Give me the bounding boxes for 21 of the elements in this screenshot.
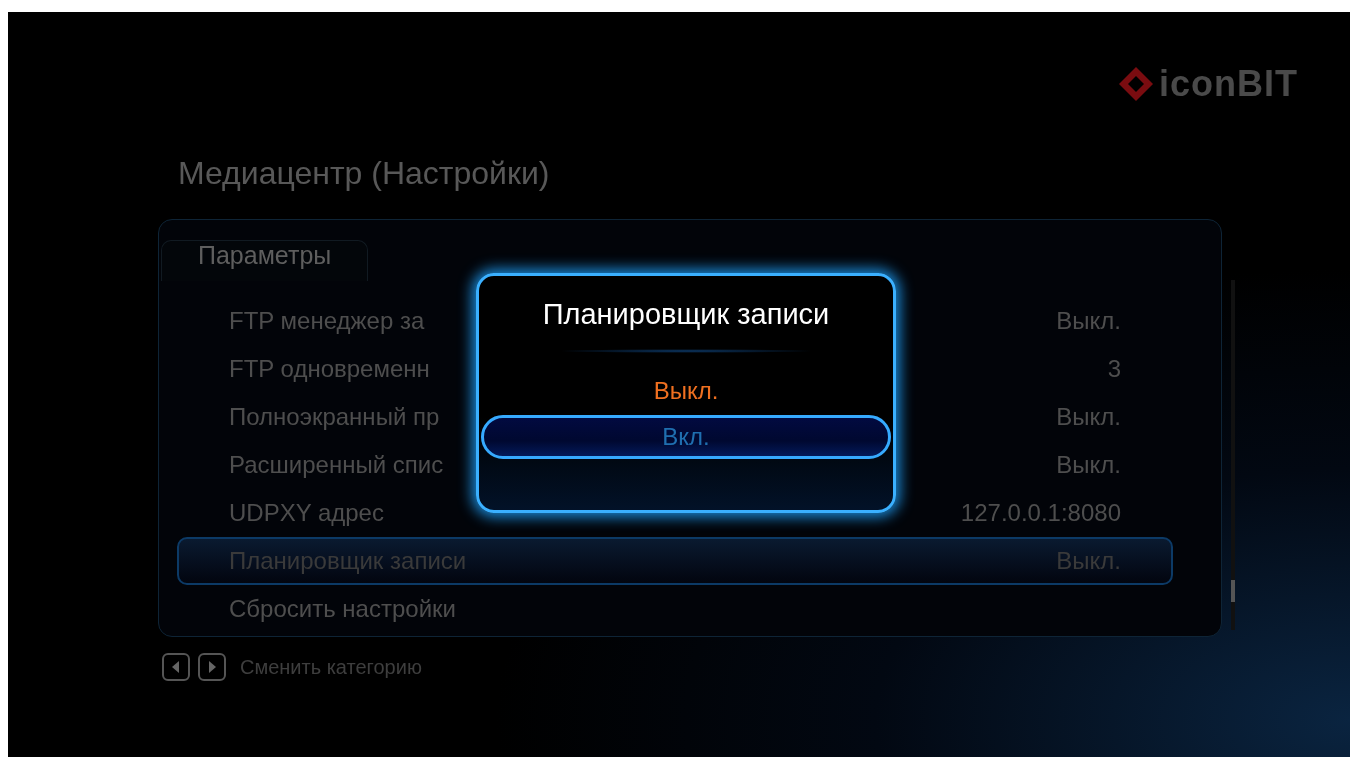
logo-text: iconBIT <box>1159 63 1298 105</box>
setting-label[interactable]: Расширенный спис <box>229 451 444 479</box>
page-title: Медиацентр (Настройки) <box>177 154 551 193</box>
setting-value: 3 <box>1107 355 1121 383</box>
setting-value: Выкл. <box>1056 451 1121 479</box>
dialog-title: Планировщик записи <box>542 298 830 331</box>
option-item[interactable]: Выкл. <box>481 369 891 413</box>
right-arrow-key-icon <box>198 653 226 681</box>
setting-value: Выкл. <box>1056 307 1121 335</box>
diamond-logo-icon <box>1117 65 1155 103</box>
setting-label[interactable]: FTP менеджер за <box>229 307 425 335</box>
category-tab[interactable]: Параметры <box>161 240 369 281</box>
setting-value: Выкл. <box>1056 403 1121 431</box>
left-arrow-key-icon <box>162 653 190 681</box>
setting-label[interactable]: Сбросить настройки <box>229 595 456 623</box>
hint-text: Сменить категорию <box>240 655 422 679</box>
setting-label[interactable]: UDPXY адрес <box>229 499 384 527</box>
option-item[interactable]: Вкл. <box>481 415 891 459</box>
setting-value: 127.0.0.1:8080 <box>960 499 1121 527</box>
setting-label[interactable]: Полноэкранный пр <box>229 403 440 431</box>
setting-label[interactable]: FTP одновременн <box>229 355 430 383</box>
